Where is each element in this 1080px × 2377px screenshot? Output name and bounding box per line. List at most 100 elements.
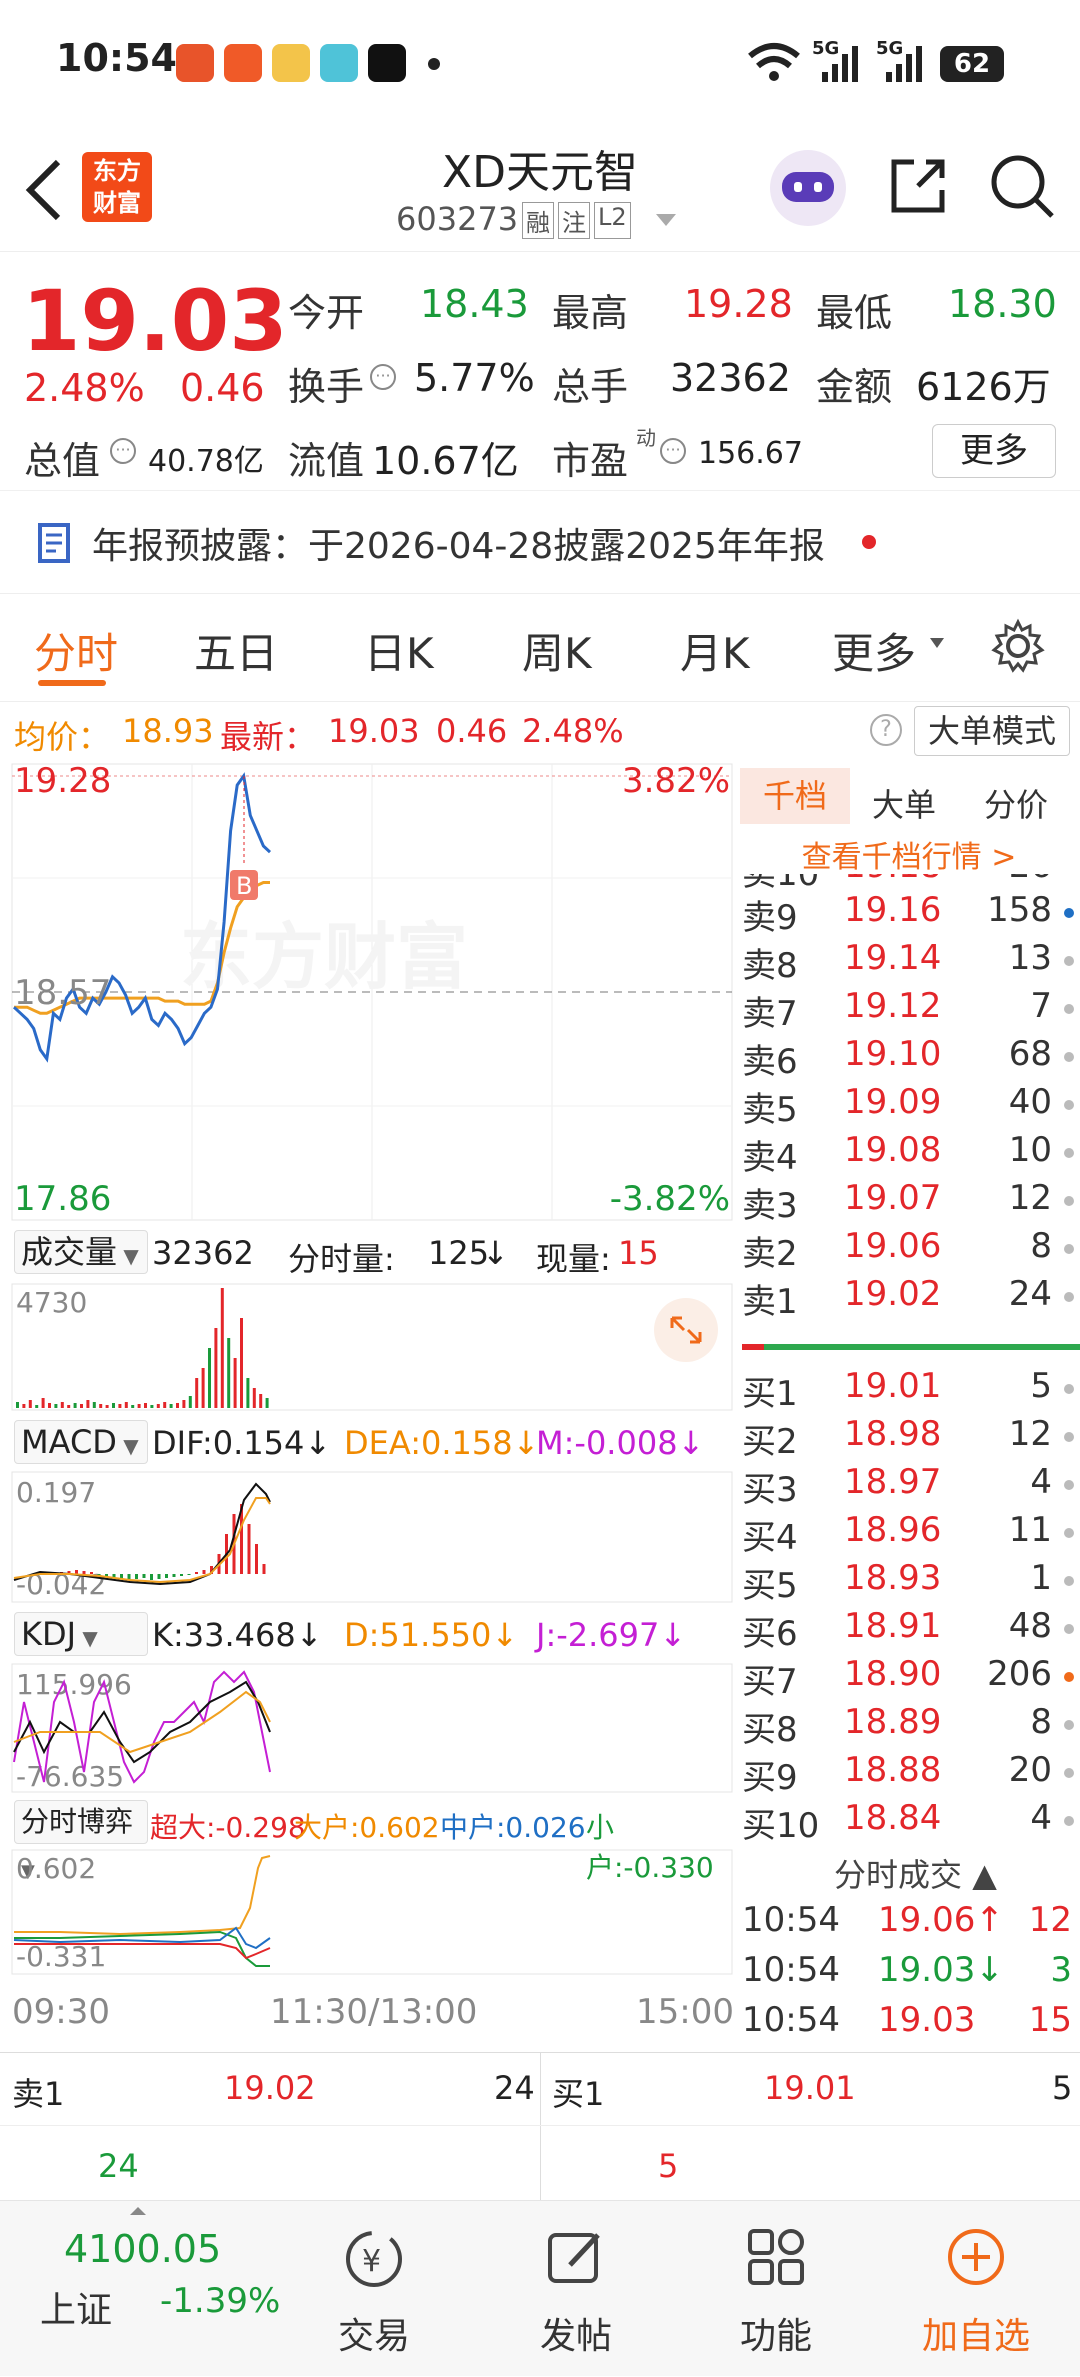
info-icon[interactable]: ··· [660, 438, 686, 464]
add-circle-icon [948, 2229, 1004, 2285]
sell-order-row[interactable]: 卖1 19.02 24 [742, 1274, 1076, 1322]
buy-order-row[interactable]: 买9 18.88 20 [742, 1750, 1076, 1798]
volume-bar [188, 1396, 192, 1408]
volume-chart[interactable]: 4730 [0, 1282, 736, 1412]
sell-order-row[interactable]: 卖5 19.09 40 [742, 1082, 1076, 1130]
high-value: 19.28 [684, 282, 793, 326]
buy-order-row[interactable]: 买3 18.97 4 [742, 1462, 1076, 1510]
index-ticker[interactable]: 4100.05 上证 -1.39% [0, 2201, 280, 2377]
buy-order-row[interactable]: 买1 19.01 5 [742, 1366, 1076, 1414]
order-level: 买1 [742, 1374, 798, 1414]
dropdown-icon[interactable] [654, 212, 678, 228]
macd-selector[interactable]: MACD ▼ [14, 1420, 148, 1464]
expand-button[interactable] [654, 1298, 718, 1362]
order-qty: 5 [1030, 1366, 1052, 1406]
settings-gear-icon[interactable] [990, 618, 1046, 674]
notice-bar[interactable]: 年报预披露：于2026-04-28披露2025年年报 [0, 490, 1080, 594]
low-label: 最低 [816, 291, 893, 335]
volume-bar [105, 1405, 109, 1408]
help-icon[interactable]: ? [870, 714, 902, 746]
order-level: 卖3 [742, 1186, 798, 1226]
kdj-chart[interactable]: 115.996 -76.635 [0, 1662, 736, 1794]
tab-daily-k[interactable]: 日K [364, 620, 434, 681]
tab-big-orders[interactable]: 大单 [872, 780, 936, 826]
buy-order-row[interactable]: 买2 18.98 12 [742, 1414, 1076, 1462]
volume-max-label: 4730 [16, 1286, 87, 1319]
tab-weekly-k[interactable]: 周K [522, 620, 592, 681]
order-level: 卖7 [742, 994, 798, 1034]
buy-order-row[interactable]: 买10 18.84 4 [742, 1798, 1076, 1846]
sell-order-row[interactable]: 卖8 19.14 13 [742, 938, 1076, 986]
info-icon[interactable]: ··· [370, 364, 396, 390]
volume-bar [201, 1368, 205, 1408]
sell-order-row[interactable]: 卖7 19.12 7 [742, 986, 1076, 1034]
buy-order-row[interactable]: 买8 18.89 8 [742, 1702, 1076, 1750]
big-order-mode-button[interactable]: 大单模式 [914, 706, 1070, 756]
order-qty: 40 [1008, 1082, 1052, 1122]
more-button[interactable]: 更多 [932, 424, 1056, 478]
sell-order-row[interactable]: 卖2 19.06 8 [742, 1226, 1076, 1274]
buy-order-row[interactable]: 买4 18.96 11 [742, 1510, 1076, 1558]
buy-order-row[interactable]: 买6 18.91 48 [742, 1606, 1076, 1654]
change-percent: 2.48% [24, 366, 145, 410]
avg-price-label: 均价： [14, 718, 111, 756]
sell-order-row[interactable]: 卖9 19.16 158 [742, 890, 1076, 938]
nav-add-watchlist[interactable]: 加自选 [876, 2201, 1076, 2377]
volume-bar [240, 1318, 243, 1408]
chart-tabs: 分时 五日 日K 周K 月K 更多 [0, 594, 1080, 702]
info-icon[interactable]: ··· [110, 438, 136, 464]
order-level: 买7 [742, 1662, 798, 1702]
sell-order-row[interactable]: 卖3 19.07 12 [742, 1178, 1076, 1226]
quote-panel: 19.03 2.48% 0.46 今开 18.43 最高 19.28 最低 18… [0, 252, 1080, 490]
view-thousand-levels-link[interactable]: 查看千档行情 > [738, 832, 1080, 876]
tab-intraday[interactable]: 分时 [34, 620, 118, 681]
macd-bar [180, 1574, 183, 1576]
trade-qty: 15 [1028, 2000, 1072, 2040]
nav-post[interactable]: 发帖 [476, 2201, 676, 2377]
signal-icon [886, 46, 922, 82]
sell-order-row[interactable]: 卖6 19.10 68 [742, 1034, 1076, 1082]
search-icon[interactable] [988, 152, 1056, 220]
eastmoney-logo[interactable]: 东方 财富 [82, 152, 152, 222]
tab-five-day[interactable]: 五日 [194, 620, 278, 681]
buy-order-row[interactable]: 买5 18.93 1 [742, 1558, 1076, 1606]
trade-qty: 3 [1050, 1950, 1072, 1990]
latest-price-label: 最新： [220, 718, 317, 756]
macd-chart[interactable]: 0.197 -0.042 [0, 1470, 736, 1604]
share-icon[interactable] [886, 154, 950, 218]
buy-order-row[interactable]: 买7 18.90 206 [742, 1654, 1076, 1702]
volume-bar [137, 1404, 141, 1408]
tab-thousand-levels[interactable]: 千档 [740, 768, 850, 824]
trades-title[interactable]: 分时成交 ▲ [834, 1850, 997, 1896]
notice-unread-dot [862, 535, 876, 549]
intraday-chart-area[interactable]: 东方财富 B 19.28 18.57 17.86 3.82% -3.82% 成交… [0, 762, 736, 2052]
tab-price-distribution[interactable]: 分价 [984, 780, 1048, 826]
game-chart[interactable]: 0.602 -0.331 [0, 1848, 736, 1976]
volume-selector[interactable]: 成交量 ▼ [14, 1230, 148, 1274]
robot-assistant-icon[interactable] [770, 150, 846, 226]
game-selector[interactable]: 分时博弈 ▼ [14, 1800, 148, 1882]
volume-bar [246, 1378, 250, 1408]
order-price: 19.08 [844, 1130, 942, 1170]
back-arrow-icon[interactable] [22, 158, 66, 222]
volume-total: 32362 [152, 1234, 254, 1272]
nav-functions[interactable]: 功能 [676, 2201, 876, 2377]
order-dot [1064, 1100, 1074, 1110]
price-chart[interactable]: 东方财富 B 19.28 18.57 17.86 3.82% -3.82% [0, 762, 736, 1222]
edit-icon [548, 2233, 600, 2283]
l2-tag: L2 [594, 202, 631, 239]
order-price: 19.07 [844, 1178, 942, 1218]
volume-bar [118, 1404, 122, 1408]
kdj-top-label: 115.996 [16, 1668, 132, 1701]
macd-header: MACD ▼ DIF:0.154↓ DEA:0.158↓ M:-0.008↓ [12, 1414, 736, 1470]
tab-more[interactable]: 更多 [832, 620, 916, 681]
macd-top-label: 0.197 [16, 1476, 96, 1509]
tab-monthly-k[interactable]: 月K [680, 620, 750, 681]
order-dot [1064, 1480, 1074, 1490]
kdj-selector[interactable]: KDJ ▼ [14, 1612, 148, 1656]
order-level: 买10 [742, 1806, 820, 1846]
time-axis-mid: 11:30/13:00 [270, 1992, 478, 2032]
nav-trade[interactable]: ¥ 交易 [274, 2201, 474, 2377]
sell-order-row[interactable]: 卖4 19.08 10 [742, 1130, 1076, 1178]
trade-icon: ¥ [346, 2231, 402, 2287]
